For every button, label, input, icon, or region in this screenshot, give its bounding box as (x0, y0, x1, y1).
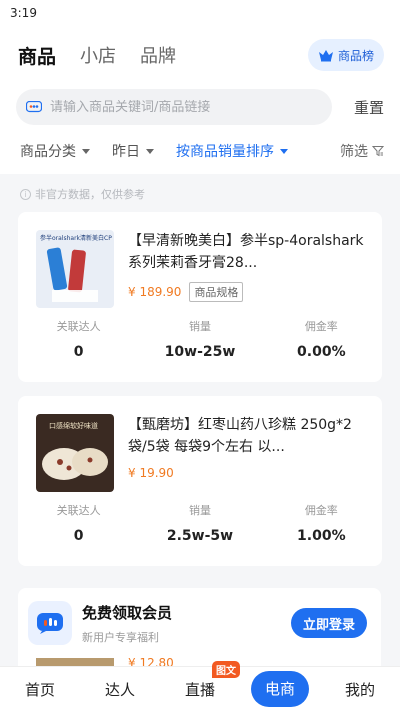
info-icon: i (20, 188, 31, 200)
nav-home[interactable]: 首页 (0, 679, 80, 700)
product-card[interactable]: 参半oralshark清新美白CP 【早清新晚美白】参半sp-4oralshar… (18, 212, 382, 382)
stat-value: 0 (73, 528, 84, 544)
status-time: 3:19 (10, 6, 37, 20)
tab-brands[interactable]: 品牌 (140, 42, 176, 68)
nav-influencers-label: 达人 (104, 680, 135, 699)
disclaimer-text: 非官方数据，仅供参考 (35, 188, 145, 201)
screen-button[interactable]: 筛选 (340, 141, 384, 161)
crown-icon (318, 50, 333, 62)
bottom-nav: 首页 达人 直播 图文 电商 我的 (0, 660, 400, 711)
nav-live-label: 直播 (184, 680, 215, 699)
filter-sort-label: 按商品销量排序 (176, 144, 274, 160)
nav-ecommerce-label: 电商 (251, 671, 309, 707)
nav-mine[interactable]: 我的 (320, 679, 400, 700)
spec-tag: 商品规格 (189, 282, 244, 302)
product-stats: 关联达人 0 销量 10w-25w 佣金率 0.00% (18, 318, 382, 360)
stat-sales: 销量 2.5w-5w (139, 502, 260, 544)
nav-ecommerce[interactable]: 电商 (240, 671, 320, 707)
stat-value: 0 (73, 344, 84, 360)
thumbnail-caption: 参半oralshark清新美白CP (40, 234, 112, 242)
stat-value: 10w-25w (164, 344, 236, 360)
stat-commission: 佣金率 0.00% (261, 318, 382, 360)
product-rank-label: 商品榜 (337, 48, 374, 63)
stat-label: 关联达人 (56, 504, 101, 517)
product-thumbnail: 口感绵软好味道 (36, 414, 114, 492)
app-logo (28, 601, 72, 645)
stat-commission: 佣金率 1.00% (261, 502, 382, 544)
filter-category-label: 商品分类 (20, 144, 76, 160)
stat-value: 2.5w-5w (166, 528, 234, 544)
screen-label: 筛选 (340, 144, 368, 160)
nav-live[interactable]: 直播 图文 (160, 660, 240, 700)
filter-category[interactable]: 商品分类 (20, 141, 90, 161)
stat-label: 销量 (188, 320, 211, 333)
search-input[interactable] (50, 99, 300, 115)
status-bar: 3:19 (0, 0, 400, 26)
new-badge: 图文 (212, 660, 240, 678)
nav-home-label: 首页 (24, 680, 55, 699)
caret-down-icon (82, 148, 90, 154)
reset-button[interactable]: 重置 (354, 97, 384, 118)
filter-sort[interactable]: 按商品销量排序 (176, 141, 288, 161)
tab-shops[interactable]: 小店 (80, 42, 116, 68)
stat-label: 销量 (188, 504, 211, 517)
login-subtitle: 新用户专享福利 (82, 630, 159, 644)
app-logo-icon (26, 101, 42, 113)
stat-value: 0.00% (297, 344, 346, 360)
product-list: i 非官方数据，仅供参考 参半oralshark清新美白CP 【早清新晚美白】参… (0, 174, 400, 566)
stat-sales: 销量 10w-25w (139, 318, 260, 360)
thumbnail-caption: 口感绵软好味道 (49, 421, 98, 430)
stat-influencers: 关联达人 0 (18, 318, 139, 360)
product-stats: 关联达人 0 销量 2.5w-5w 佣金率 1.00% (18, 502, 382, 544)
filter-date[interactable]: 昨日 (112, 141, 154, 161)
filter-funnel-icon (372, 146, 384, 157)
caret-down-icon (146, 148, 154, 154)
search-row: 重置 (0, 84, 400, 128)
stat-label: 佣金率 (304, 320, 338, 333)
login-button[interactable]: 立即登录 (290, 608, 367, 638)
product-rank-button[interactable]: 商品榜 (307, 39, 384, 71)
category-tabs: 商品 小店 品牌 商品榜 (0, 26, 400, 84)
stat-label: 佣金率 (304, 504, 338, 517)
product-price: ¥ 189.90 (128, 285, 182, 299)
caret-down-icon (280, 148, 288, 154)
login-banner: 免费领取会员 新用户专享福利 立即登录 (18, 588, 381, 658)
stat-influencers: 关联达人 0 (18, 502, 139, 544)
search-box[interactable] (16, 89, 332, 125)
stat-value: 1.00% (297, 528, 346, 544)
product-card[interactable]: 口感绵软好味道 【甄磨坊】红枣山药八珍糕 250g*2袋/5袋 每袋9个左右 以… (18, 396, 382, 566)
tab-products[interactable]: 商品 (18, 42, 56, 69)
product-title: 【甄磨坊】红枣山药八珍糕 250g*2袋/5袋 每袋9个左右 以... (128, 417, 352, 455)
login-title: 免费领取会员 (82, 603, 173, 622)
header: 商品 小店 品牌 商品榜 重置 商品分类 昨日 (0, 26, 400, 174)
filter-row: 商品分类 昨日 按商品销量排序 筛选 (0, 128, 400, 174)
nav-influencers[interactable]: 达人 (80, 679, 160, 700)
product-thumbnail: 参半oralshark清新美白CP (36, 230, 114, 308)
product-title: 【早清新晚美白】参半sp-4oralshark系列茉莉香牙膏28... (128, 233, 364, 271)
disclaimer: i 非官方数据，仅供参考 (18, 174, 382, 212)
filter-date-label: 昨日 (112, 144, 140, 160)
product-price: ¥ 19.90 (128, 466, 174, 480)
nav-mine-label: 我的 (344, 680, 375, 699)
stat-label: 关联达人 (56, 320, 101, 333)
